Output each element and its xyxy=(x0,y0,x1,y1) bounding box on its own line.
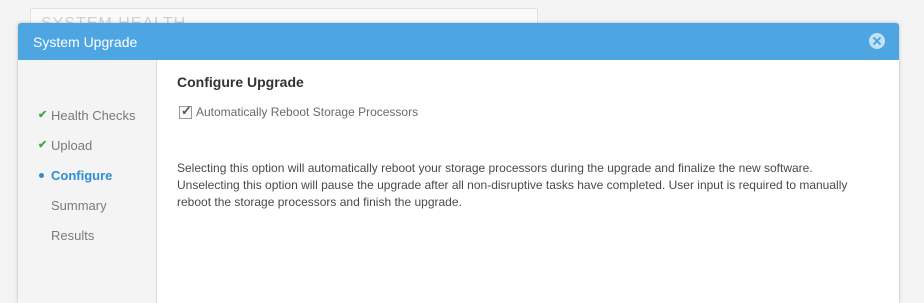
step-label: Upload xyxy=(51,138,93,153)
step-label: Health Checks xyxy=(51,108,136,123)
auto-reboot-label[interactable]: Automatically Reboot Storage Processors xyxy=(196,105,418,119)
active-dot-icon xyxy=(39,173,44,178)
step-label: Configure xyxy=(51,168,113,183)
auto-reboot-option[interactable]: ✓ Automatically Reboot Storage Processor… xyxy=(177,103,477,121)
description-line: Unselecting this option will pause the u… xyxy=(177,178,848,192)
option-description: Selecting this option will automatically… xyxy=(177,160,877,211)
system-upgrade-dialog: System Upgrade ✔ Health Checks ✔ Upload … xyxy=(18,23,899,303)
step-label: Results xyxy=(51,228,95,243)
configure-upgrade-panel: Configure Upgrade ✓ Automatically Reboot… xyxy=(177,60,899,303)
step-results[interactable]: Results xyxy=(18,225,156,245)
step-upload[interactable]: ✔ Upload xyxy=(18,135,156,155)
description-line: Selecting this option will automatically… xyxy=(177,161,813,175)
checkmark-icon: ✔ xyxy=(38,139,48,151)
auto-reboot-checkbox[interactable]: ✓ xyxy=(179,103,192,119)
panel-title: Configure Upgrade xyxy=(177,74,304,90)
checkbox-checkmark-icon: ✓ xyxy=(181,103,192,118)
step-label: Summary xyxy=(51,198,107,213)
dialog-titlebar: System Upgrade xyxy=(18,23,899,60)
step-configure[interactable]: Configure xyxy=(18,165,156,185)
step-summary[interactable]: Summary xyxy=(18,195,156,215)
dialog-title: System Upgrade xyxy=(33,34,138,50)
wizard-steps-sidebar: ✔ Health Checks ✔ Upload Configure Summa… xyxy=(18,60,157,303)
checkmark-icon: ✔ xyxy=(38,109,48,121)
close-icon[interactable] xyxy=(869,33,885,49)
description-line: reboot the storage processors and finish… xyxy=(177,195,462,209)
step-health-checks[interactable]: ✔ Health Checks xyxy=(18,105,156,125)
